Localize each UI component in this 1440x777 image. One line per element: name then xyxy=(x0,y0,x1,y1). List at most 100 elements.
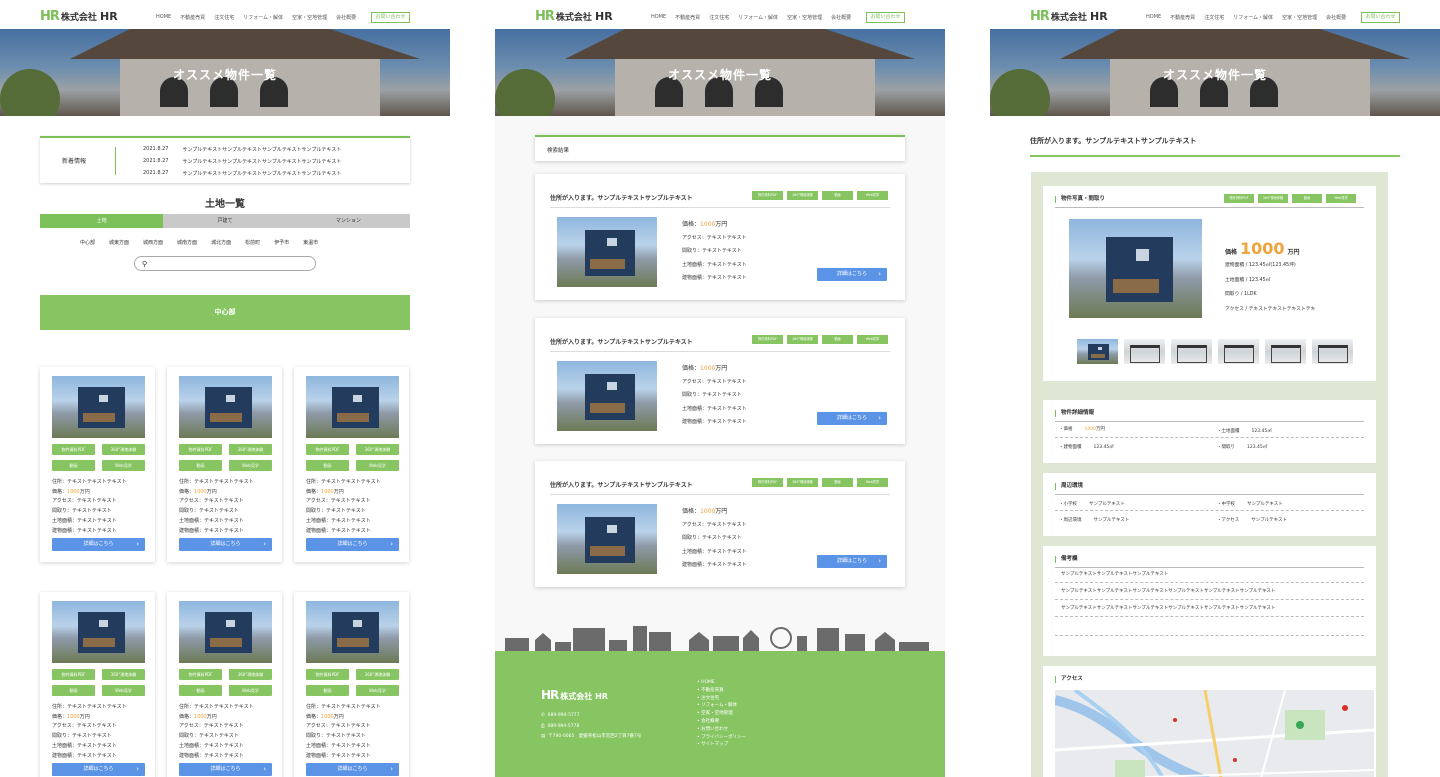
detail-button[interactable]: 詳細はこちら › xyxy=(179,763,272,776)
tour360-button[interactable]: 360°現地体験 xyxy=(229,669,272,680)
thumbnail[interactable] xyxy=(1265,339,1306,364)
pdf-button[interactable]: 物件資料PDF xyxy=(306,669,349,680)
search-input[interactable]: ⚲ xyxy=(134,256,316,271)
tour360-tag[interactable]: 360°現地体験 xyxy=(787,191,818,200)
footer-link[interactable]: • 空家・空地管理 xyxy=(697,710,746,718)
video-button[interactable]: 動画 xyxy=(306,460,349,471)
property-photo[interactable] xyxy=(52,376,145,438)
footer-link[interactable]: • HOME xyxy=(697,679,746,687)
video-tag[interactable]: 動画 xyxy=(1292,194,1322,203)
footer-link[interactable]: • 会社概要 xyxy=(697,718,746,726)
listing-photo[interactable] xyxy=(557,217,657,287)
web-tour-tag[interactable]: Web見学 xyxy=(1326,194,1356,203)
tab-land[interactable]: 土地 xyxy=(40,214,164,228)
nav-realestate[interactable]: 不動産売買 xyxy=(675,14,700,21)
listing-photo[interactable] xyxy=(557,361,657,431)
thumbnail[interactable] xyxy=(1218,339,1259,364)
detail-button[interactable]: 詳細はこちら › xyxy=(52,538,145,551)
thumbnail[interactable] xyxy=(1077,339,1118,364)
tour360-button[interactable]: 360°現地体験 xyxy=(229,444,272,455)
video-tag[interactable]: 動画 xyxy=(822,191,853,200)
area-link[interactable]: 東温市 xyxy=(303,239,318,246)
detail-button[interactable]: 詳細はこちら › xyxy=(817,268,887,281)
nav-company[interactable]: 会社概要 xyxy=(336,14,356,21)
site-logo[interactable]: HR 株式会社 HR xyxy=(535,10,613,23)
contact-button[interactable]: お問い合わせ xyxy=(1361,12,1400,23)
web-tour-button[interactable]: Web見学 xyxy=(356,460,399,471)
pdf-tag[interactable]: 物件資料PDF xyxy=(1224,194,1254,203)
thumbnail[interactable] xyxy=(1171,339,1212,364)
footer-link[interactable]: • 不動産売買 xyxy=(697,687,746,695)
web-tour-button[interactable]: Web見学 xyxy=(229,460,272,471)
property-photo[interactable] xyxy=(306,601,399,663)
area-link[interactable]: 城西方面 xyxy=(143,239,163,246)
thumbnail[interactable] xyxy=(1124,339,1165,364)
detail-button[interactable]: 詳細はこちら › xyxy=(179,538,272,551)
property-photo[interactable] xyxy=(179,601,272,663)
tour360-button[interactable]: 360°現地体験 xyxy=(356,444,399,455)
pdf-button[interactable]: 物件資料PDF xyxy=(306,444,349,455)
detail-button[interactable]: 詳細はこちら › xyxy=(817,555,887,568)
nav-company[interactable]: 会社概要 xyxy=(831,14,851,21)
nav-home[interactable]: HOME xyxy=(1146,14,1161,21)
web-tour-button[interactable]: Web見学 xyxy=(356,685,399,696)
nav-reform[interactable]: リフォーム・解体 xyxy=(243,14,283,21)
nav-vacant[interactable]: 空家・空地管理 xyxy=(292,14,327,21)
tour360-button[interactable]: 360°現地体験 xyxy=(102,444,145,455)
nav-reform[interactable]: リフォーム・解体 xyxy=(1233,14,1273,21)
footer-link[interactable]: • リフォーム・解体 xyxy=(697,702,746,710)
pdf-button[interactable]: 物件資料PDF xyxy=(52,444,95,455)
nav-custom-home[interactable]: 注文住宅 xyxy=(214,14,234,21)
nav-home[interactable]: HOME xyxy=(156,14,171,21)
tour360-tag[interactable]: 360°現地体験 xyxy=(787,335,818,344)
area-link[interactable]: 中心部 xyxy=(80,239,95,246)
video-tag[interactable]: 動画 xyxy=(822,335,853,344)
detail-button[interactable]: 詳細はこちら › xyxy=(306,763,399,776)
news-item[interactable]: 2021.8.27 サンプルテキストサンプルテキストサンプルテキストサンプルテキス… xyxy=(143,146,341,153)
pdf-tag[interactable]: 物件資料PDF xyxy=(752,191,783,200)
area-link[interactable]: 城東方面 xyxy=(109,239,129,246)
video-button[interactable]: 動画 xyxy=(52,460,95,471)
contact-button[interactable]: お問い合わせ xyxy=(866,12,905,23)
nav-custom-home[interactable]: 注文住宅 xyxy=(709,14,729,21)
property-photo[interactable] xyxy=(179,376,272,438)
area-link[interactable]: 松前町 xyxy=(245,239,260,246)
area-link[interactable]: 城南方面 xyxy=(177,239,197,246)
footer-logo[interactable]: HR 株式会社 HR xyxy=(541,688,608,702)
web-tour-button[interactable]: Web見学 xyxy=(102,460,145,471)
site-logo[interactable]: HR 株式会社 HR xyxy=(40,10,118,23)
pdf-tag[interactable]: 物件資料PDF xyxy=(752,478,783,487)
footer-link[interactable]: • プライバシーポリシー xyxy=(697,734,746,742)
web-tour-tag[interactable]: Web見学 xyxy=(857,191,888,200)
tour360-button[interactable]: 360°現地体験 xyxy=(102,669,145,680)
nav-realestate[interactable]: 不動産売買 xyxy=(180,14,205,21)
property-photo[interactable] xyxy=(52,601,145,663)
contact-button[interactable]: お問い合わせ xyxy=(371,12,410,23)
pdf-button[interactable]: 物件資料PDF xyxy=(52,669,95,680)
video-button[interactable]: 動画 xyxy=(179,460,222,471)
thumbnail[interactable] xyxy=(1312,339,1353,364)
tour360-tag[interactable]: 360°現地体験 xyxy=(787,478,818,487)
nav-vacant[interactable]: 空家・空地管理 xyxy=(1282,14,1317,21)
news-item[interactable]: 2021.8.27 サンプルテキストサンプルテキストサンプルテキストサンプルテキス… xyxy=(143,170,341,177)
pdf-tag[interactable]: 物件資料PDF xyxy=(752,335,783,344)
footer-link[interactable]: • サイトマップ xyxy=(697,741,746,749)
nav-reform[interactable]: リフォーム・解体 xyxy=(738,14,778,21)
web-tour-tag[interactable]: Web見学 xyxy=(857,335,888,344)
video-button[interactable]: 動画 xyxy=(306,685,349,696)
property-photo[interactable] xyxy=(306,376,399,438)
video-button[interactable]: 動画 xyxy=(179,685,222,696)
video-button[interactable]: 動画 xyxy=(52,685,95,696)
tour360-button[interactable]: 360°現地体験 xyxy=(356,669,399,680)
web-tour-tag[interactable]: Web見学 xyxy=(857,478,888,487)
nav-custom-home[interactable]: 注文住宅 xyxy=(1204,14,1224,21)
tour360-tag[interactable]: 360°現地体験 xyxy=(1258,194,1288,203)
detail-button[interactable]: 詳細はこちら › xyxy=(817,412,887,425)
detail-button[interactable]: 詳細はこちら › xyxy=(52,763,145,776)
nav-company[interactable]: 会社概要 xyxy=(1326,14,1346,21)
area-link[interactable]: 城北方面 xyxy=(211,239,231,246)
detail-button[interactable]: 詳細はこちら › xyxy=(306,538,399,551)
access-map[interactable] xyxy=(1055,690,1374,777)
pdf-button[interactable]: 物件資料PDF xyxy=(179,669,222,680)
area-link[interactable]: 伊予市 xyxy=(274,239,289,246)
